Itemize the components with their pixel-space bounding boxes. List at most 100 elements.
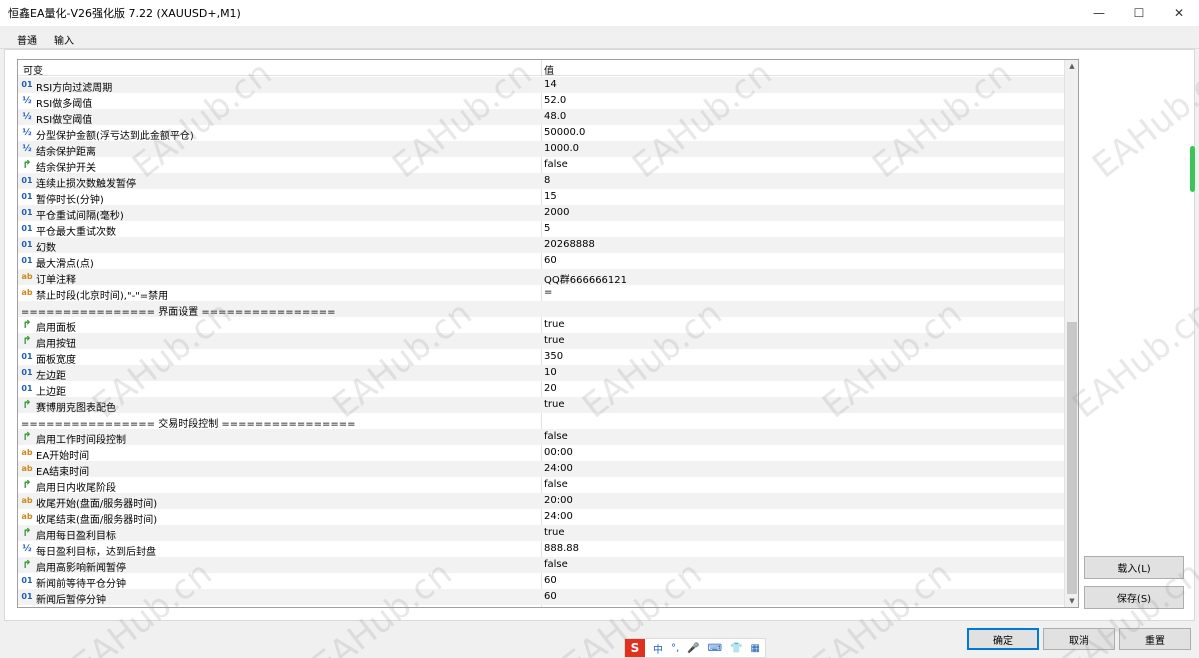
parameter-name: 上边距 — [36, 387, 66, 398]
parameter-row[interactable]: ab 禁止时段(北京时间),"-"=禁用 = — [18, 285, 1064, 302]
parameter-value[interactable]: false — [544, 479, 568, 490]
parameter-row[interactable]: ↱ 启用面板 true — [18, 317, 1064, 335]
parameter-row[interactable]: ½ RSI做空阈值 48.0 — [18, 109, 1064, 126]
parameter-row[interactable]: ↱ 启用工作时间段控制 false — [18, 429, 1064, 446]
parameter-name: RSI方向过滤周期 — [36, 83, 113, 94]
parameter-value[interactable]: QQ群666666121 — [544, 271, 627, 286]
apps-icon[interactable]: ▦ — [751, 643, 760, 654]
parameter-row[interactable]: ↱ 启用高影响新闻暂停 false — [18, 557, 1064, 574]
punctuation-icon[interactable]: °, — [671, 643, 679, 654]
parameter-row[interactable]: ab EA结束时间 24:00 — [18, 461, 1064, 478]
microphone-icon[interactable]: 🎤 — [687, 643, 699, 654]
parameter-value[interactable]: true — [544, 319, 565, 330]
parameter-value[interactable]: 14 — [544, 79, 557, 90]
parameter-row[interactable]: ================ 界面设置 ================ — [18, 301, 1064, 318]
parameter-value[interactable]: false — [544, 559, 568, 570]
parameters-grid: 可变 值 01 RSI方向过滤周期 14 ½ RSI做多阈值 52.0 ½ RSI做空阈值 48… — [17, 59, 1079, 608]
parameter-row[interactable]: 01 左边距 10 — [18, 365, 1064, 382]
parameter-row[interactable]: 01 RSI方向过滤周期 14 — [18, 77, 1064, 94]
parameter-row[interactable]: 01 幻数 20268888 — [18, 237, 1064, 254]
parameter-row[interactable]: ½ 每日盈利目标，达到后封盘 888.88 — [18, 541, 1064, 558]
parameter-row[interactable]: 01 新闻前等待平仓分钟 60 — [18, 573, 1064, 590]
parameter-value[interactable]: 8 — [544, 175, 550, 186]
parameter-row[interactable]: 01 连续止损次数触发暂停 8 — [18, 173, 1064, 190]
parameter-row[interactable]: 01 暂停时长(分钟) 15 — [18, 189, 1064, 206]
parameter-value[interactable]: 20 — [544, 383, 557, 394]
parameter-value[interactable]: 00:00 — [544, 447, 573, 458]
parameter-row[interactable]: ↱ 启用每日盈利目标 true — [18, 525, 1064, 542]
maximize-button[interactable]: ☐ — [1119, 0, 1159, 26]
parameter-value[interactable]: 15 — [544, 191, 557, 202]
parameter-value[interactable]: true — [544, 399, 565, 410]
column-header-variable[interactable]: 可变 — [23, 62, 43, 77]
parameter-row[interactable]: ab 订单注释 QQ群666666121 — [18, 269, 1064, 286]
parameter-name: EA开始时间 — [36, 451, 90, 462]
tab-common[interactable]: 普通 — [17, 32, 37, 47]
parameter-value[interactable]: true — [544, 527, 565, 538]
parameter-row[interactable]: 01 面板宽度 350 — [18, 349, 1064, 366]
parameter-value[interactable]: 50000.0 — [544, 127, 585, 138]
parameter-value[interactable]: 20:00 — [544, 495, 573, 506]
ok-button[interactable]: 确定 — [967, 628, 1039, 650]
parameter-value[interactable]: 1000.0 — [544, 143, 579, 154]
parameter-value[interactable]: 24:00 — [544, 511, 573, 522]
parameter-row[interactable]: ½ 结余保护距离 1000.0 — [18, 141, 1064, 158]
parameter-value[interactable]: 60 — [544, 591, 557, 602]
parameter-value[interactable]: 20268888 — [544, 239, 595, 250]
boolean-type-icon: ↱ — [22, 478, 32, 491]
ime-mode-icon[interactable]: 中 — [653, 641, 663, 656]
parameter-row[interactable]: 01 新闻后暂停分钟 60 — [18, 589, 1064, 606]
string-type-icon: ab — [21, 272, 33, 281]
parameter-name: 启用每日盈利目标 — [36, 531, 116, 542]
save-button[interactable]: 保存(S) — [1084, 586, 1184, 609]
parameter-value[interactable]: false — [544, 431, 568, 442]
boolean-type-icon: ↱ — [22, 430, 32, 443]
parameter-value[interactable]: 10 — [544, 367, 557, 378]
keyboard-icon[interactable]: ⌨ — [708, 643, 722, 654]
parameter-value[interactable]: = — [544, 287, 552, 298]
integer-type-icon: 01 — [21, 208, 33, 217]
parameter-value[interactable]: 52.0 — [544, 95, 566, 106]
reset-button[interactable]: 重置 — [1119, 628, 1191, 650]
ime-toolbar[interactable]: S 中 °, 🎤 ⌨ 👕 ▦ — [624, 638, 766, 658]
parameter-row[interactable]: 01 上边距 20 — [18, 381, 1064, 398]
vertical-scrollbar[interactable]: ▲ ▼ — [1064, 60, 1078, 607]
close-button[interactable]: ✕ — [1159, 0, 1199, 26]
load-button[interactable]: 载入(L) — [1084, 556, 1184, 579]
parameter-value[interactable]: true — [544, 335, 565, 346]
skin-icon[interactable]: 👕 — [730, 643, 742, 654]
parameter-row[interactable]: ================ 交易时段控制 ================ — [18, 413, 1064, 430]
boolean-type-icon: ↱ — [22, 398, 32, 411]
parameter-row[interactable]: ↱ 结余保护开关 false — [18, 157, 1064, 175]
parameter-row[interactable]: ab EA开始时间 00:00 — [18, 445, 1064, 462]
parameter-row[interactable]: ½ RSI做多阈值 52.0 — [18, 93, 1064, 110]
integer-type-icon: 01 — [21, 192, 33, 201]
parameter-value[interactable]: 888.88 — [544, 543, 579, 554]
scroll-up-icon[interactable]: ▲ — [1065, 60, 1078, 72]
parameter-row[interactable]: ab 收尾结束(盘面/服务器时间) 24:00 — [18, 509, 1064, 526]
parameter-value[interactable]: 5 — [544, 223, 550, 234]
parameter-value[interactable]: 350 — [544, 351, 563, 362]
scroll-down-icon[interactable]: ▼ — [1065, 595, 1078, 607]
parameter-row[interactable]: ↱ 启用日内收尾阶段 false — [18, 477, 1064, 495]
parameter-row[interactable]: 01 平仓重试间隔(毫秒) 2000 — [18, 205, 1064, 222]
scroll-thumb[interactable] — [1067, 322, 1077, 594]
parameter-row[interactable]: ½ 分型保护金额(浮亏达到此金额平仓) 50000.0 — [18, 125, 1064, 142]
minimize-button[interactable]: — — [1079, 0, 1119, 26]
parameter-row[interactable]: ab 收尾开始(盘面/服务器时间) 20:00 — [18, 493, 1064, 510]
parameter-row[interactable]: ↱ 启用按钮 true — [18, 333, 1064, 350]
parameter-name: 启用面板 — [36, 323, 76, 334]
parameter-row[interactable]: ↱ 赛博朋克图表配色 true — [18, 397, 1064, 414]
parameter-value[interactable]: 2000 — [544, 207, 569, 218]
parameter-value[interactable]: 60 — [544, 575, 557, 586]
boolean-type-icon: ↱ — [22, 318, 32, 331]
parameter-row[interactable]: 01 平仓最大重试次数 5 — [18, 221, 1064, 238]
parameter-row[interactable]: 01 最大滑点(点) 60 — [18, 253, 1064, 270]
parameter-value[interactable]: 24:00 — [544, 463, 573, 474]
parameter-value[interactable]: false — [544, 159, 568, 170]
column-header-value[interactable]: 值 — [544, 62, 554, 77]
parameter-value[interactable]: 48.0 — [544, 111, 566, 122]
sogou-logo-icon[interactable]: S — [625, 639, 645, 657]
cancel-button[interactable]: 取消 — [1043, 628, 1115, 650]
parameter-value[interactable]: 60 — [544, 255, 557, 266]
